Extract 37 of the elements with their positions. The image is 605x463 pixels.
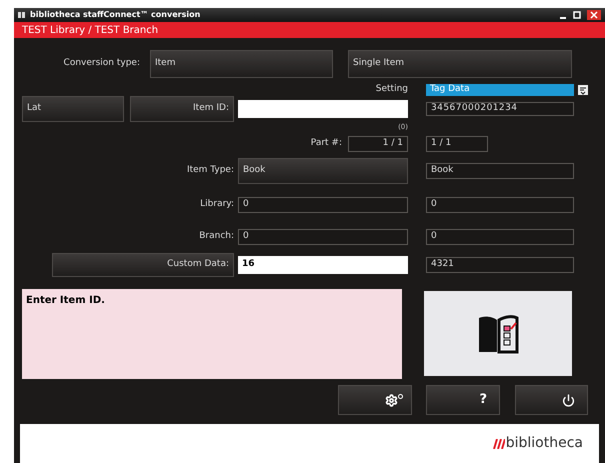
settings-icon bbox=[385, 394, 403, 406]
window-title: bibliotheca staffConnect™ conversion bbox=[30, 9, 200, 21]
location-bar: TEST Library / TEST Branch bbox=[14, 22, 605, 38]
conversion-type-button[interactable]: Item bbox=[150, 50, 333, 78]
dropdown-icon[interactable] bbox=[578, 85, 588, 95]
logo-mark-icon bbox=[492, 438, 505, 448]
item-id-field[interactable] bbox=[238, 100, 408, 118]
input-field[interactable]: 0 bbox=[238, 197, 408, 213]
tag-part-field: 1 / 1 bbox=[426, 136, 488, 152]
item-id-button[interactable]: Item ID: bbox=[130, 96, 234, 122]
custom-data-button[interactable]: Custom Data: bbox=[52, 253, 234, 277]
message-panel: Enter Item ID. bbox=[22, 289, 402, 379]
tag-value-field: Book bbox=[426, 163, 574, 179]
close-icon[interactable] bbox=[587, 10, 601, 20]
field-label: Item Type: bbox=[186, 164, 234, 178]
app-icon bbox=[18, 11, 26, 19]
field-label: Conversion type: bbox=[62, 57, 140, 70]
field-label: Part #: bbox=[310, 137, 342, 150]
tag-value-field: 34567000201234 bbox=[426, 102, 574, 116]
tag-value-field: 0 bbox=[426, 197, 574, 213]
field-label: Branch: bbox=[198, 230, 234, 244]
input-field[interactable]: 0 bbox=[238, 229, 408, 245]
tag-value-field: 0 bbox=[426, 229, 574, 245]
input-field[interactable]: 16 bbox=[238, 256, 408, 274]
lat-button[interactable]: Lat bbox=[22, 96, 124, 122]
field-label: Library: bbox=[199, 198, 234, 212]
mode-button[interactable]: Single Item bbox=[348, 50, 572, 78]
settings-button[interactable] bbox=[338, 385, 412, 415]
part-field: 1 / 1 bbox=[348, 136, 408, 152]
power-icon bbox=[562, 394, 575, 406]
setting-label: Setting bbox=[374, 83, 408, 96]
maximize-icon[interactable] bbox=[573, 11, 581, 19]
tag-value-field: 4321 bbox=[426, 257, 574, 273]
logo: bibliotheca bbox=[492, 433, 583, 454]
dropdown-button[interactable]: Book bbox=[238, 158, 408, 184]
help-button[interactable]: ? bbox=[426, 385, 500, 415]
power-button[interactable] bbox=[515, 385, 588, 415]
